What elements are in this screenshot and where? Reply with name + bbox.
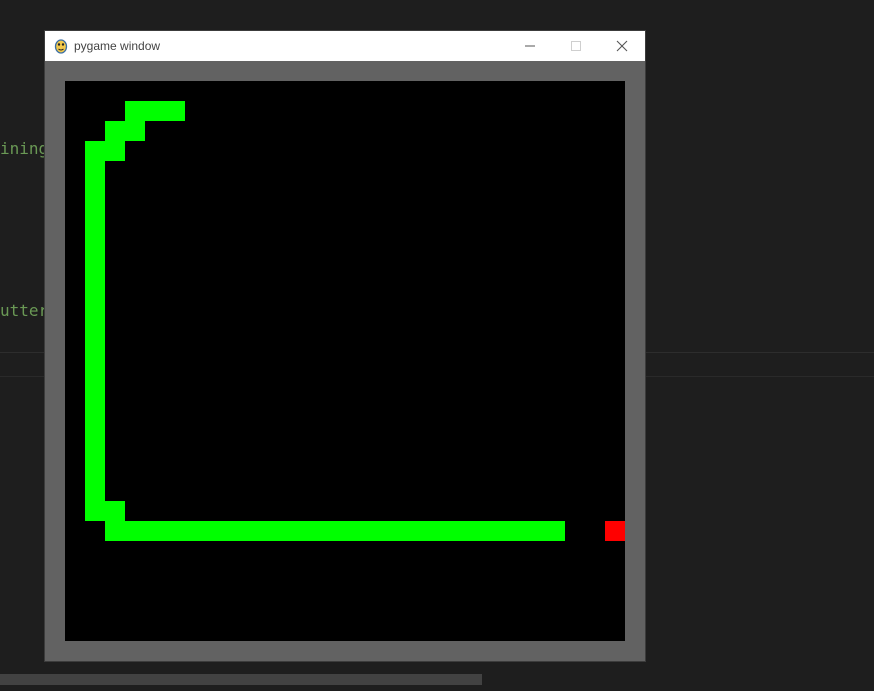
snake-segment bbox=[405, 521, 425, 541]
snake-segment bbox=[285, 521, 305, 541]
game-border bbox=[45, 61, 645, 661]
pygame-window: pygame window bbox=[45, 31, 645, 661]
snake-segment bbox=[205, 521, 225, 541]
horizontal-scrollbar[interactable] bbox=[0, 674, 482, 685]
snake-segment bbox=[85, 321, 105, 341]
minimize-icon bbox=[525, 45, 535, 47]
snake-segment bbox=[105, 141, 125, 161]
snake-segment bbox=[165, 521, 185, 541]
snake-segment bbox=[85, 401, 105, 421]
code-line-2: utter bbox=[0, 301, 49, 320]
snake-segment bbox=[125, 521, 145, 541]
snake-segment bbox=[305, 521, 325, 541]
snake-segment bbox=[125, 121, 145, 141]
maximize-button[interactable] bbox=[553, 31, 599, 61]
snake-segment bbox=[85, 301, 105, 321]
snake-segment bbox=[505, 521, 525, 541]
snake-segment bbox=[145, 521, 165, 541]
pygame-snake-icon bbox=[54, 39, 68, 54]
snake-segment bbox=[85, 181, 105, 201]
snake-segment bbox=[85, 201, 105, 221]
snake-segment bbox=[105, 121, 125, 141]
snake-segment bbox=[85, 361, 105, 381]
snake-segment bbox=[85, 441, 105, 461]
snake-segment bbox=[165, 101, 185, 121]
snake-segment bbox=[85, 261, 105, 281]
snake-segment bbox=[365, 521, 385, 541]
close-icon bbox=[616, 40, 628, 52]
snake-segment bbox=[345, 521, 365, 541]
minimize-button[interactable] bbox=[507, 31, 553, 61]
snake-segment bbox=[545, 521, 565, 541]
snake-segment bbox=[225, 521, 245, 541]
snake-segment bbox=[245, 521, 265, 541]
snake-segment bbox=[85, 241, 105, 261]
snake-segment bbox=[85, 341, 105, 361]
snake-segment bbox=[85, 161, 105, 181]
snake-segment bbox=[85, 141, 105, 161]
snake-segment bbox=[85, 281, 105, 301]
snake-segment bbox=[105, 521, 125, 541]
snake-segment bbox=[125, 101, 145, 121]
snake-segment bbox=[465, 521, 485, 541]
snake-segment bbox=[85, 481, 105, 501]
food-pellet bbox=[605, 521, 625, 541]
snake-segment bbox=[85, 221, 105, 241]
window-title: pygame window bbox=[74, 39, 161, 53]
snake-segment bbox=[85, 501, 105, 521]
snake-segment bbox=[185, 521, 205, 541]
snake-segment bbox=[85, 461, 105, 481]
maximize-icon bbox=[571, 41, 581, 51]
snake-segment bbox=[325, 521, 345, 541]
snake-segment bbox=[85, 381, 105, 401]
game-playfield[interactable] bbox=[65, 81, 625, 641]
snake-segment bbox=[445, 521, 465, 541]
snake-segment bbox=[525, 521, 545, 541]
code-line-1: ining bbox=[0, 139, 49, 158]
snake-segment bbox=[485, 521, 505, 541]
snake-segment bbox=[425, 521, 445, 541]
close-button[interactable] bbox=[599, 31, 645, 61]
title-bar[interactable]: pygame window bbox=[45, 31, 645, 61]
snake-segment bbox=[145, 101, 165, 121]
snake-segment bbox=[265, 521, 285, 541]
snake-segment bbox=[385, 521, 405, 541]
snake-segment bbox=[85, 421, 105, 441]
snake-segment bbox=[105, 501, 125, 521]
